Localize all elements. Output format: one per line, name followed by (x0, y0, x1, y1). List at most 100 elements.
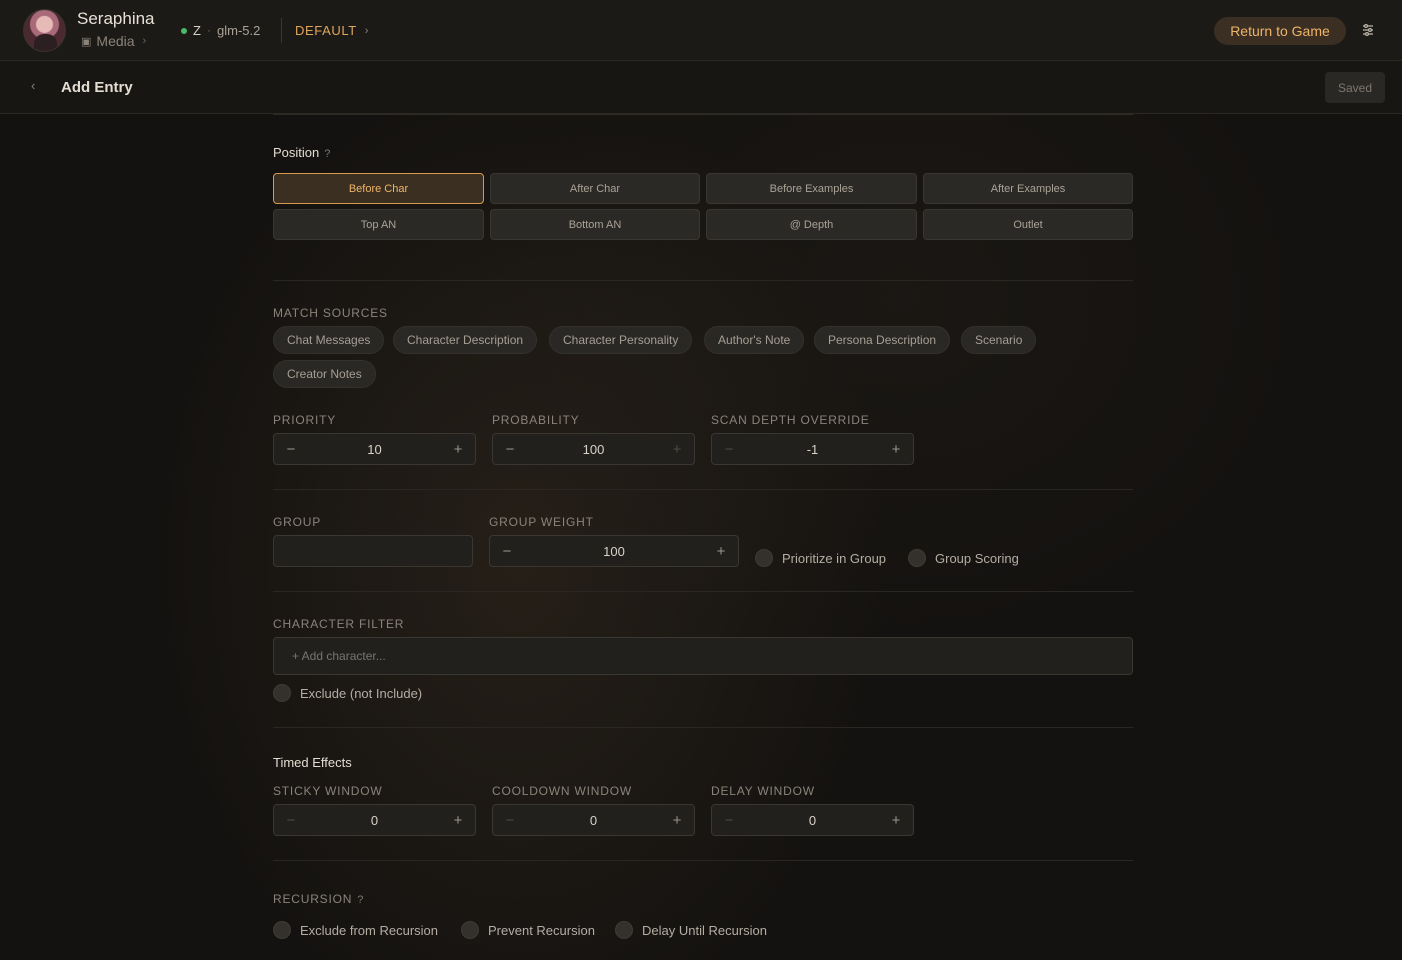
match-source-chip[interactable]: Creator Notes (273, 360, 376, 388)
provider-label[interactable]: Z (193, 23, 201, 38)
scan-depth-value[interactable]: -1 (807, 442, 819, 457)
character-name[interactable]: Seraphina (77, 9, 155, 29)
group-weight-label: GROUP WEIGHT (489, 515, 594, 529)
group-scoring-toggle[interactable]: Group Scoring (908, 549, 1019, 567)
group-input[interactable] (273, 535, 473, 567)
delay-until-recursion-toggle[interactable]: Delay Until Recursion (615, 921, 767, 939)
match-source-chip[interactable]: Persona Description (814, 326, 951, 354)
position-title: Position? (273, 145, 330, 160)
group-weight-stepper[interactable]: − 100 + (489, 535, 739, 567)
preset-label: DEFAULT (295, 23, 357, 38)
saved-button[interactable]: Saved (1325, 72, 1385, 103)
divider (273, 727, 1133, 728)
model-label[interactable]: glm-5.2 (217, 23, 260, 38)
plus-icon[interactable]: + (890, 442, 902, 457)
position-option[interactable]: Top AN (273, 209, 484, 240)
position-option[interactable]: After Examples (923, 173, 1133, 204)
add-character-input[interactable] (273, 637, 1133, 675)
divider (273, 489, 1133, 490)
minus-icon[interactable]: − (723, 813, 735, 828)
minus-icon[interactable]: − (504, 813, 516, 828)
position-option[interactable]: Bottom AN (490, 209, 700, 240)
position-option[interactable]: Before Char (273, 173, 484, 204)
match-source-chip[interactable]: Chat Messages (273, 326, 385, 354)
recursion-label: RECURSION? (273, 892, 364, 906)
prioritize-in-group-label: Prioritize in Group (782, 550, 887, 566)
media-link[interactable]: ▣ Media › (81, 33, 146, 49)
probability-stepper[interactable]: − 100 + (492, 433, 695, 465)
toggle-circle[interactable] (615, 921, 633, 939)
cooldown-window-label: COOLDOWN WINDOW (492, 784, 632, 798)
cooldown-window-value[interactable]: 0 (590, 813, 597, 828)
back-chevron-icon[interactable]: ‹ (31, 78, 35, 93)
sliders-icon[interactable] (1360, 22, 1376, 38)
scan-depth-label: SCAN DEPTH OVERRIDE (711, 413, 870, 427)
position-option[interactable]: After Char (490, 173, 700, 204)
toggle-circle[interactable] (273, 921, 291, 939)
help-icon[interactable]: ? (324, 148, 330, 160)
preset-selector[interactable]: DEFAULT › (295, 23, 369, 38)
page-title: Add Entry (61, 79, 133, 96)
exclude-from-recursion-toggle[interactable]: Exclude from Recursion (273, 921, 438, 939)
return-to-game-button[interactable]: Return to Game (1214, 17, 1346, 45)
probability-label: PROBABILITY (492, 413, 580, 427)
plus-icon[interactable]: + (890, 813, 902, 828)
position-title-text: Position (273, 145, 320, 160)
prioritize-in-group-toggle[interactable]: Prioritize in Group (755, 549, 886, 567)
minus-icon[interactable]: − (285, 813, 297, 828)
status-dot (181, 28, 187, 34)
minus-icon[interactable]: − (723, 442, 735, 457)
media-label: Media (96, 33, 135, 49)
sticky-window-value[interactable]: 0 (371, 813, 378, 828)
position-option[interactable]: Before Examples (706, 173, 917, 204)
character-filter-label: CHARACTER FILTER (273, 617, 405, 631)
divider (281, 18, 282, 43)
match-source-chip[interactable]: Character Personality (549, 326, 693, 354)
minus-icon[interactable]: − (501, 544, 513, 559)
group-weight-value[interactable]: 100 (603, 544, 625, 559)
group-scoring-label: Group Scoring (935, 550, 1019, 566)
delay-window-value[interactable]: 0 (809, 813, 816, 828)
background (0, 0, 1402, 960)
plus-icon[interactable]: + (671, 442, 683, 457)
recursion-option-label: Exclude from Recursion (300, 922, 438, 938)
minus-icon[interactable]: − (285, 442, 297, 457)
recursion-label-text: RECURSION (273, 892, 353, 906)
toggle-circle[interactable] (273, 684, 291, 702)
probability-value[interactable]: 100 (583, 442, 605, 457)
minus-icon[interactable]: − (504, 442, 516, 457)
media-icon: ▣ (81, 35, 92, 48)
plus-icon[interactable]: + (452, 813, 464, 828)
match-sources-label: MATCH SOURCES (273, 306, 388, 320)
match-source-chip[interactable]: Scenario (961, 326, 1037, 354)
toggle-circle[interactable] (908, 549, 926, 567)
plus-icon[interactable]: + (452, 442, 464, 457)
exclude-toggle[interactable]: Exclude (not Include) (273, 684, 422, 702)
prevent-recursion-toggle[interactable]: Prevent Recursion (461, 921, 595, 939)
position-option[interactable]: Outlet (923, 209, 1133, 240)
plus-icon[interactable]: + (715, 544, 727, 559)
position-option[interactable]: @ Depth (706, 209, 917, 240)
divider (273, 280, 1133, 281)
plus-icon[interactable]: + (671, 813, 683, 828)
match-source-chip[interactable]: Author's Note (704, 326, 805, 354)
scan-depth-stepper[interactable]: − -1 + (711, 433, 914, 465)
toggle-circle[interactable] (461, 921, 479, 939)
toggle-circle[interactable] (755, 549, 773, 567)
chevron-right-icon: › (142, 35, 147, 47)
priority-stepper[interactable]: − 10 + (273, 433, 476, 465)
match-source-chip[interactable]: Character Description (393, 326, 538, 354)
priority-value[interactable]: 10 (367, 442, 381, 457)
divider (273, 591, 1133, 592)
delay-window-stepper[interactable]: − 0 + (711, 804, 914, 836)
recursion-option-label: Delay Until Recursion (642, 922, 767, 938)
sticky-window-stepper[interactable]: − 0 + (273, 804, 476, 836)
delay-window-label: DELAY WINDOW (711, 784, 815, 798)
recursion-option-label: Prevent Recursion (488, 922, 595, 938)
separator-dot: · (207, 23, 211, 37)
help-icon[interactable]: ? (357, 894, 364, 906)
avatar[interactable] (23, 9, 66, 52)
priority-label: PRIORITY (273, 413, 337, 427)
timed-effects-title: Timed Effects (273, 755, 352, 770)
cooldown-window-stepper[interactable]: − 0 + (492, 804, 695, 836)
